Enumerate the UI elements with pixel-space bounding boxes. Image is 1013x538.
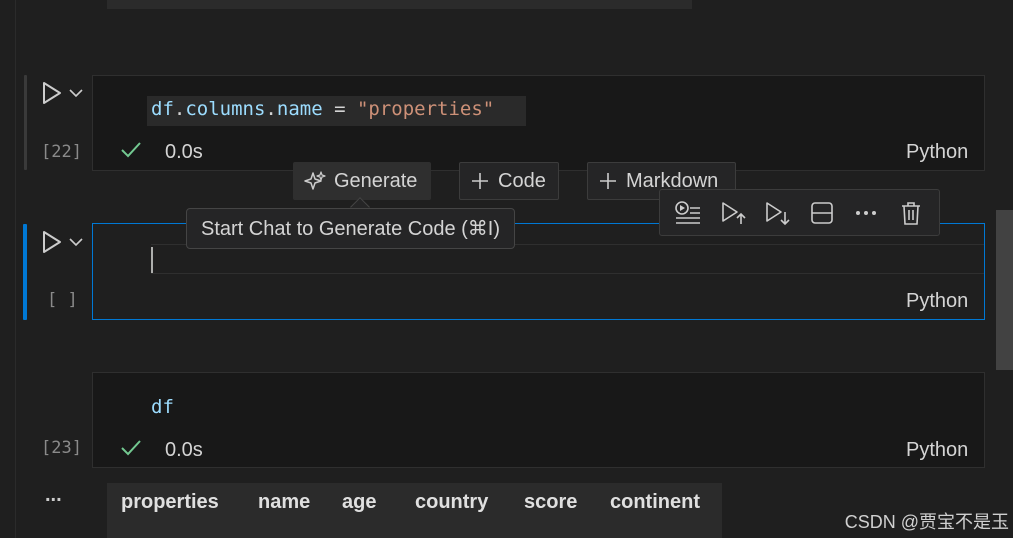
success-check-icon xyxy=(120,438,142,458)
execute-below-icon xyxy=(766,201,790,225)
code-token: = xyxy=(322,98,357,120)
cell-focus-indicator xyxy=(24,75,27,170)
code-label: Code xyxy=(498,169,546,192)
run-cell-button[interactable] xyxy=(38,80,64,106)
code-editor-line[interactable]: df.columns.name = "properties" xyxy=(151,98,494,120)
run-options-dropdown[interactable] xyxy=(68,235,84,249)
chevron-down-icon xyxy=(69,89,83,98)
play-icon xyxy=(43,231,61,253)
editor-gutter-border xyxy=(15,0,16,538)
column-header: age xyxy=(342,491,377,513)
plus-icon xyxy=(472,173,488,189)
cell-focus-indicator-active xyxy=(23,224,27,320)
column-header: continent xyxy=(610,491,700,513)
run-by-line-button[interactable] xyxy=(672,197,704,229)
add-code-cell-button[interactable]: Code xyxy=(459,162,559,200)
column-header: country xyxy=(415,491,489,513)
play-icon xyxy=(43,82,61,104)
column-header: score xyxy=(524,491,578,513)
column-header: name xyxy=(258,491,311,513)
code-token: df xyxy=(151,396,174,418)
execution-count: [23] xyxy=(41,438,82,458)
plus-icon xyxy=(600,173,616,189)
code-token: columns xyxy=(185,98,266,120)
code-token: "properties" xyxy=(356,98,495,120)
code-token: df xyxy=(151,98,174,120)
code-token: name xyxy=(276,98,323,120)
cell-language-label[interactable]: Python xyxy=(906,439,968,462)
code-editor-line[interactable]: df xyxy=(151,396,174,418)
generate-label: Generate xyxy=(334,169,418,192)
watermark: CSDN @贾宝不是玉 xyxy=(844,512,1009,532)
run-options-dropdown[interactable] xyxy=(68,86,84,100)
generate-button[interactable]: Generate xyxy=(293,162,431,200)
code-token: . xyxy=(265,98,277,120)
more-icon xyxy=(856,210,877,215)
execute-below-button[interactable] xyxy=(761,197,793,229)
code-token: . xyxy=(173,98,186,120)
execute-above-button[interactable] xyxy=(717,197,749,229)
execution-time: 0.0s xyxy=(165,141,203,163)
execution-count: [22] xyxy=(41,142,82,162)
cell-language-label[interactable]: Python xyxy=(906,141,968,164)
dataframe-output: properties name age country score contin… xyxy=(107,483,722,538)
column-header: properties xyxy=(121,491,219,513)
sparkle-icon xyxy=(304,171,326,190)
vertical-scrollbar[interactable] xyxy=(996,210,1013,370)
execution-count: [ ] xyxy=(47,290,78,310)
output-actions-button[interactable]: ... xyxy=(45,484,62,507)
cell-language-label[interactable]: Python xyxy=(906,290,968,313)
previous-cell-output xyxy=(107,0,692,9)
generate-tooltip: Start Chat to Generate Code (⌘I) xyxy=(186,208,516,249)
run-by-line-icon xyxy=(675,200,701,224)
delete-cell-button[interactable] xyxy=(895,197,927,229)
code-cell[interactable] xyxy=(92,372,985,468)
text-cursor xyxy=(151,247,153,273)
cell-toolbar xyxy=(659,189,940,236)
delete-icon xyxy=(901,201,920,225)
execute-above-icon xyxy=(721,201,746,224)
split-cell-icon xyxy=(810,201,833,224)
run-cell-button[interactable] xyxy=(38,229,64,255)
split-cell-button[interactable] xyxy=(806,197,838,229)
execution-time: 0.0s xyxy=(165,439,203,461)
success-check-icon xyxy=(120,140,142,160)
chevron-down-icon xyxy=(69,238,83,247)
more-actions-button[interactable] xyxy=(850,197,882,229)
